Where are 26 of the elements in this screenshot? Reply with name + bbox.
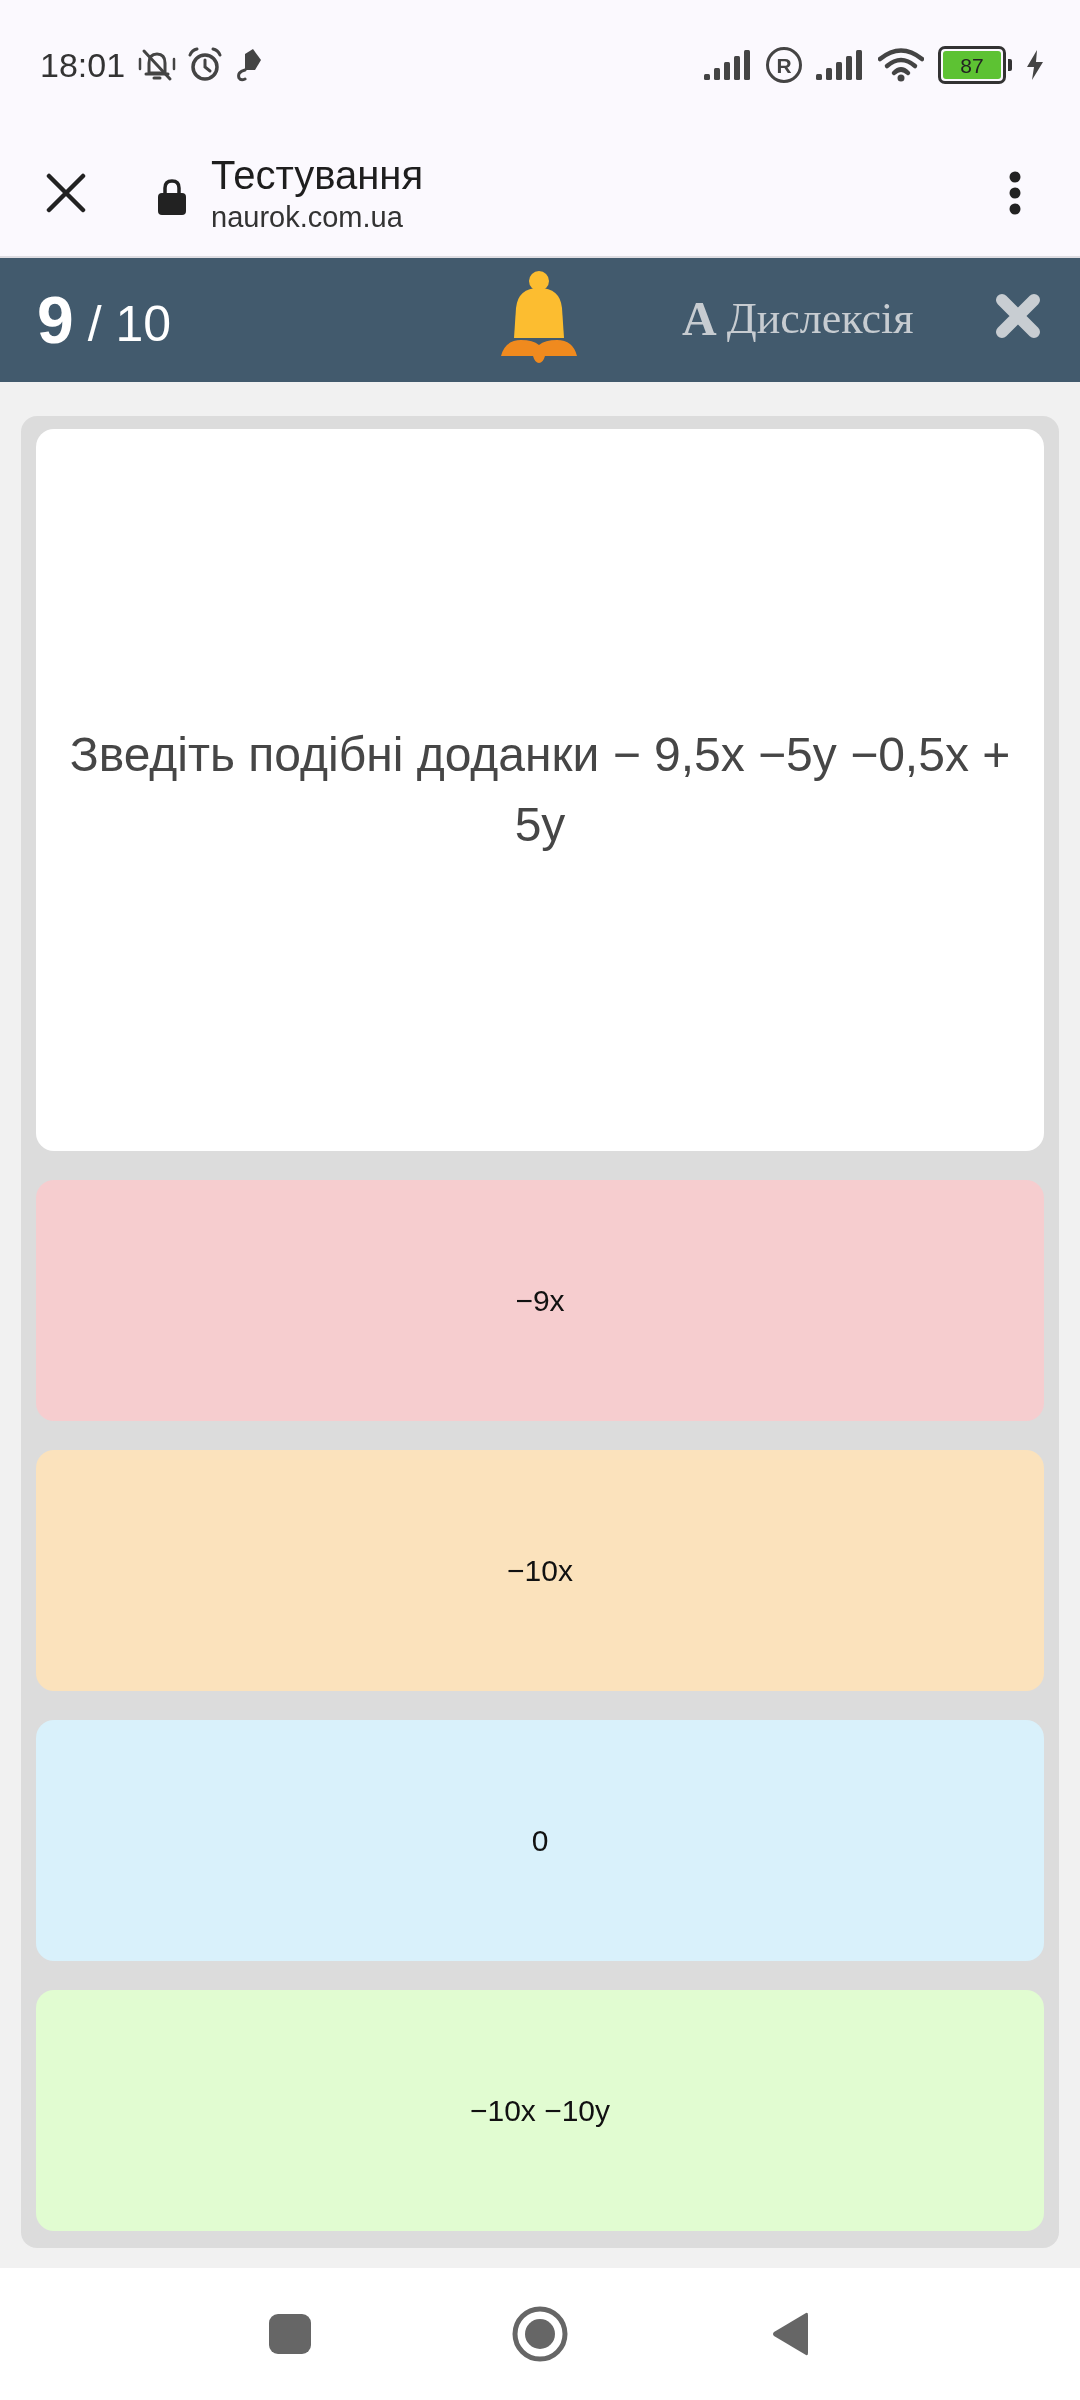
signal-icon (816, 50, 864, 80)
answer-option[interactable]: −10x −10y (36, 1990, 1044, 2231)
question-number: 9 (37, 287, 74, 353)
answer-option[interactable]: −9x (36, 1180, 1044, 1421)
bell-off-icon (137, 47, 178, 83)
status-time: 18:01 (40, 45, 126, 85)
alarm-clock-icon (187, 47, 224, 83)
close-icon[interactable] (46, 173, 86, 213)
recent-apps-icon[interactable] (269, 2314, 311, 2354)
back-icon[interactable] (771, 2311, 809, 2357)
lock-icon (158, 177, 186, 215)
menu-icon[interactable] (1008, 171, 1022, 215)
dyslexia-toggle[interactable]: A Дислексія (678, 288, 918, 348)
wifi-icon (878, 48, 924, 82)
answer-option[interactable]: 0 (36, 1720, 1044, 1961)
charging-bolt-icon (1026, 50, 1044, 80)
roaming-badge: R (766, 47, 802, 83)
page-url: naurok.com.ua (211, 200, 403, 235)
question-text: Зведіть подібні доданки − 9,5x −5y −0,5x + 5y (68, 727, 1012, 853)
page-title: Тестування (211, 152, 424, 199)
question-total: / 10 (87, 299, 172, 349)
bell-book-logo-icon (501, 270, 577, 365)
signal-icon (704, 50, 752, 80)
home-icon[interactable] (512, 2306, 568, 2362)
answer-option[interactable]: −10x (36, 1450, 1044, 1691)
battery-indicator: 87 (938, 46, 1012, 84)
